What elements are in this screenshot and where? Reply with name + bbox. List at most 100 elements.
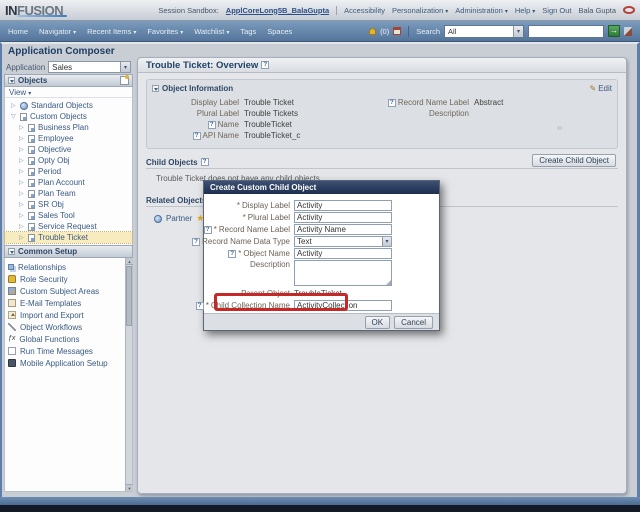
nav-spaces[interactable]: Spaces (267, 27, 292, 36)
expand-icon[interactable]: ▷ (19, 168, 25, 175)
ok-button[interactable]: OK (364, 315, 391, 329)
scroll-up-icon[interactable]: ▲ (126, 258, 133, 265)
nav-home[interactable]: Home (8, 27, 28, 36)
advanced-search-icon[interactable] (624, 26, 632, 36)
expand-icon[interactable]: ▷ (19, 179, 25, 186)
help-icon[interactable]: ? (192, 237, 201, 246)
objects-accordion-header[interactable]: Objects (4, 74, 133, 87)
administration-menu[interactable]: Administration (455, 6, 508, 15)
setup-item-role-security[interactable]: Role Security (8, 273, 123, 285)
resize-handle[interactable] (557, 126, 562, 130)
accessibility-link[interactable]: Accessibility (344, 6, 385, 15)
expand-icon[interactable]: ▷ (11, 102, 17, 109)
tree-node-standard-objects[interactable]: ▷ Standard Objects (5, 100, 132, 111)
tree-node-custom-objects[interactable]: ▽ Custom Objects (5, 111, 132, 122)
resize-grip-icon[interactable] (386, 280, 391, 285)
nav-navigator[interactable]: Navigator (39, 27, 76, 36)
help-icon[interactable]: ? (192, 131, 201, 140)
collapse-icon[interactable] (8, 248, 15, 255)
edit-link[interactable]: ✎ Edit (590, 84, 613, 93)
help-icon[interactable]: ? (228, 249, 237, 258)
setup-item-object-workflows[interactable]: Object Workflows (8, 321, 123, 333)
view-menu[interactable]: View (4, 87, 133, 98)
oracle-brand-icon (623, 6, 635, 14)
setup-item-relationships[interactable]: Relationships (8, 261, 123, 273)
setup-item-global-functions[interactable]: ƒx Global Functions (8, 333, 123, 345)
tree-node-opty-obj[interactable]: ▷ Opty Obj (5, 155, 132, 166)
object-icon (28, 200, 35, 209)
scroll-down-icon[interactable]: ▼ (126, 484, 133, 491)
help-icon[interactable]: ? (195, 301, 204, 310)
tree-node-employee[interactable]: ▷ Employee (5, 133, 132, 144)
create-child-object-button[interactable]: Create Child Object (532, 154, 616, 167)
setup-item-email-templates[interactable]: E-Mail Templates (8, 297, 123, 309)
description-textarea[interactable] (294, 260, 392, 286)
nav-recent-items[interactable]: Recent Items (87, 27, 136, 36)
tree-node-objective[interactable]: ▷ Objective (5, 144, 132, 155)
search-go-button[interactable]: → (608, 25, 620, 37)
expand-icon[interactable]: ▷ (19, 212, 25, 219)
partner-link[interactable]: Partner (166, 214, 192, 223)
record-name-label-input[interactable] (294, 224, 392, 235)
object-icon (28, 233, 35, 242)
common-setup-list: Relationships Role Security Custom Subje… (4, 258, 133, 492)
tree-node-plan-account[interactable]: ▷ Plan Account (5, 177, 132, 188)
help-icon[interactable]: ? (200, 158, 209, 166)
scrollbar-thumb[interactable] (126, 266, 132, 326)
session-sandbox-link[interactable]: ApplCoreLong5B_BalaGupta (226, 6, 329, 15)
search-input[interactable] (528, 24, 604, 38)
expand-icon[interactable]: ▷ (19, 190, 25, 197)
expand-icon[interactable]: ▷ (19, 223, 25, 230)
bottom-frame (0, 497, 640, 505)
sign-out-link[interactable]: Sign Out (542, 6, 571, 15)
application-select[interactable]: Sales ▾ (48, 61, 131, 73)
calendar-icon[interactable] (393, 27, 402, 35)
setup-item-custom-subject-areas[interactable]: Custom Subject Areas (8, 285, 123, 297)
tree-node-trouble-ticket[interactable]: ▷ Trouble Ticket (4, 231, 133, 244)
nav-watchlist[interactable]: Watchlist (194, 27, 229, 36)
help-icon[interactable]: ? (207, 120, 216, 129)
setup-item-import-export[interactable]: Import and Export (8, 309, 123, 321)
display-label-input[interactable] (294, 200, 392, 211)
tree-node-sr-obj[interactable]: ▷ SR Obj (5, 199, 132, 210)
workflows-icon (8, 323, 16, 331)
object-name-input[interactable] (294, 248, 392, 259)
object-icon (28, 178, 35, 187)
collapse-tree-icon[interactable]: ▽ (11, 113, 17, 120)
personalization-menu[interactable]: Personalization (392, 6, 448, 15)
plural-label-input[interactable] (294, 212, 392, 223)
expand-icon[interactable]: ▷ (19, 234, 25, 241)
common-setup-accordion-header[interactable]: Common Setup (4, 245, 133, 258)
expand-icon[interactable]: ▷ (19, 124, 25, 131)
tree-node-service-request[interactable]: ▷ Service Request (5, 221, 132, 232)
nav-favorites[interactable]: Favorites (147, 27, 183, 36)
search-scope-select[interactable]: All ▾ (444, 24, 524, 38)
chevron-down-icon[interactable]: ▾ (513, 25, 523, 37)
tree-node-sales-tool[interactable]: ▷ Sales Tool (5, 210, 132, 221)
nav-tags[interactable]: Tags (240, 27, 256, 36)
setup-item-run-time-messages[interactable]: Run Time Messages (8, 345, 123, 357)
help-icon[interactable]: ? (261, 61, 270, 69)
tree-node-period[interactable]: ▷ Period (5, 166, 132, 177)
tree-node-plan-team[interactable]: ▷ Plan Team (5, 188, 132, 199)
child-collection-name-input[interactable] (294, 300, 392, 311)
help-icon[interactable]: ? (387, 98, 396, 107)
sidebar-scrollbar[interactable]: ▲ ▼ (125, 258, 133, 491)
expand-icon[interactable]: ▷ (19, 201, 25, 208)
record-name-data-type-select[interactable]: Text ▾ (294, 236, 392, 247)
tree-node-business-plan[interactable]: ▷ Business Plan (5, 122, 132, 133)
chevron-down-icon[interactable]: ▾ (120, 62, 130, 72)
expand-icon[interactable]: ▷ (19, 146, 25, 153)
chevron-down-icon[interactable]: ▾ (382, 237, 391, 246)
collapse-icon[interactable] (152, 84, 159, 92)
notifications-bell-icon[interactable] (369, 27, 377, 35)
cancel-button[interactable]: Cancel (394, 315, 433, 329)
help-icon[interactable]: ? (203, 225, 212, 234)
new-object-icon[interactable] (120, 75, 129, 85)
setup-item-mobile-application-setup[interactable]: Mobile Application Setup (8, 357, 123, 369)
expand-icon[interactable]: ▷ (19, 135, 25, 142)
help-menu[interactable]: Help (515, 6, 535, 15)
collapse-icon[interactable] (8, 77, 15, 84)
messages-icon (8, 347, 16, 355)
expand-icon[interactable]: ▷ (19, 157, 25, 164)
